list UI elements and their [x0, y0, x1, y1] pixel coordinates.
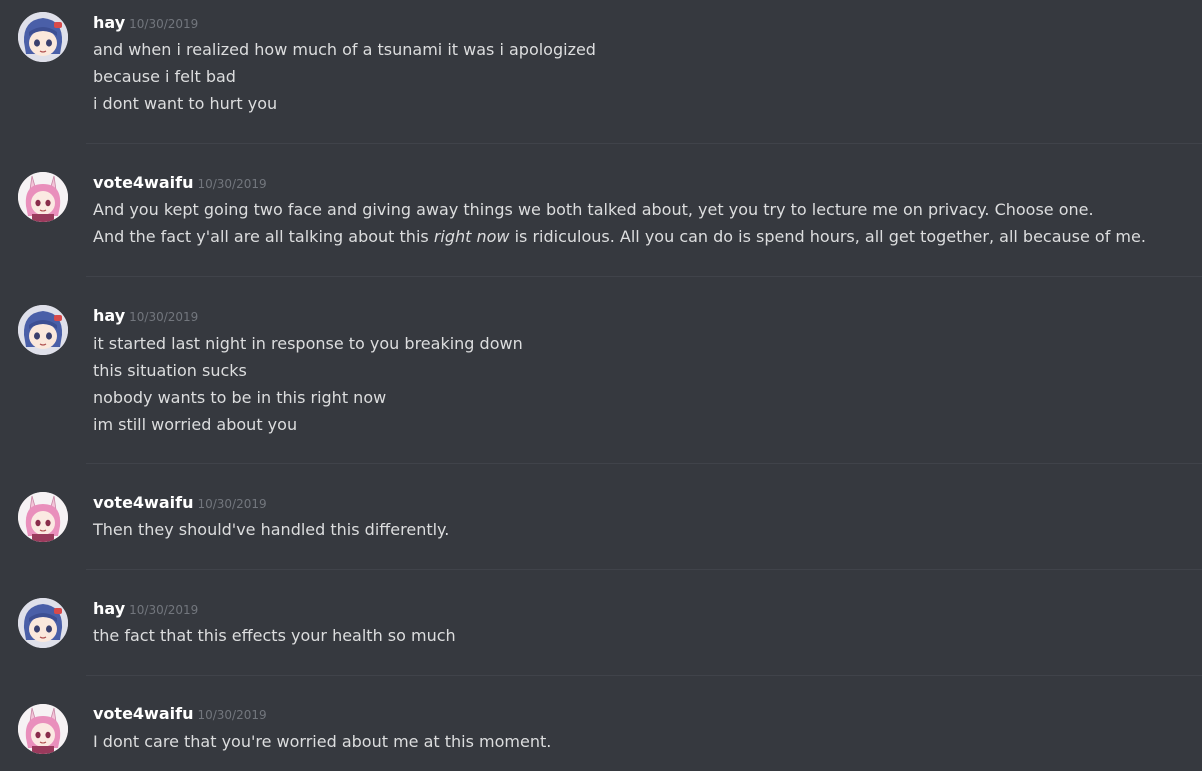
user-avatar-vote4waifu[interactable] [18, 172, 68, 222]
user-avatar-hay[interactable] [18, 12, 68, 62]
user-avatar-vote4waifu[interactable] [18, 492, 68, 542]
message-line: the fact that this effects your health s… [93, 626, 456, 645]
username[interactable]: vote4waifu [93, 704, 193, 723]
user-avatar-vote4waifu[interactable] [18, 704, 68, 754]
message-header: vote4waifu 10/30/2019 [93, 703, 267, 725]
timestamp: 10/30/2019 [197, 177, 267, 191]
username[interactable]: vote4waifu [93, 173, 193, 192]
message-content: Then they should've handled this differe… [93, 516, 1192, 543]
avatar-image [18, 598, 68, 648]
user-avatar-hay[interactable] [18, 305, 68, 355]
message-divider [86, 463, 1202, 464]
message-line: Then they should've handled this differe… [93, 520, 450, 539]
message-content: the fact that this effects your health s… [93, 622, 1192, 649]
message-header: hay 10/30/2019 [93, 12, 198, 34]
message-content: and when i realized how much of a tsunam… [93, 36, 1192, 117]
user-avatar-hay[interactable] [18, 598, 68, 648]
message-line: And you kept going two face and giving a… [93, 200, 1094, 219]
timestamp: 10/30/2019 [129, 17, 199, 31]
timestamp: 10/30/2019 [129, 310, 199, 324]
avatar-image [18, 492, 68, 542]
message-line: it started last night in response to you… [93, 334, 523, 353]
message-content: And you kept going two face and giving a… [93, 196, 1192, 250]
username[interactable]: hay [93, 306, 125, 325]
avatar-image [18, 704, 68, 754]
username[interactable]: hay [93, 599, 125, 618]
italic-text: right now [433, 227, 510, 246]
message-header: vote4waifu 10/30/2019 [93, 492, 267, 514]
timestamp: 10/30/2019 [129, 603, 199, 617]
message-content: I dont care that you're worried about me… [93, 728, 1192, 755]
message-divider [86, 675, 1202, 676]
message-text: And the fact y'all are all talking about… [93, 227, 434, 246]
message-header: hay 10/30/2019 [93, 305, 198, 327]
message-line: I dont care that you're worried about me… [93, 732, 552, 751]
message-divider [86, 143, 1202, 144]
message-content: it started last night in response to you… [93, 330, 1192, 438]
message-line: And the fact y'all are all talking about… [93, 223, 1192, 250]
message-line: because i felt bad [93, 67, 236, 86]
avatar-image [18, 12, 68, 62]
message-line: i dont want to hurt you [93, 94, 278, 113]
message-text: is ridiculous. All you can do is spend h… [509, 227, 1146, 246]
message-line: this situation sucks [93, 361, 247, 380]
message-divider [86, 276, 1202, 277]
timestamp: 10/30/2019 [197, 708, 267, 722]
message-line: nobody wants to be in this right now [93, 388, 387, 407]
avatar-image [18, 305, 68, 355]
avatar-image [18, 172, 68, 222]
message-line: and when i realized how much of a tsunam… [93, 40, 596, 59]
timestamp: 10/30/2019 [197, 497, 267, 511]
username[interactable]: vote4waifu [93, 493, 193, 512]
chat-messages: hay 10/30/2019 and when i realized how mu… [0, 0, 1202, 771]
message-header: hay 10/30/2019 [93, 598, 198, 620]
username[interactable]: hay [93, 13, 125, 32]
message-line: im still worried about you [93, 415, 298, 434]
message-header: vote4waifu 10/30/2019 [93, 172, 267, 194]
message-divider [86, 569, 1202, 570]
